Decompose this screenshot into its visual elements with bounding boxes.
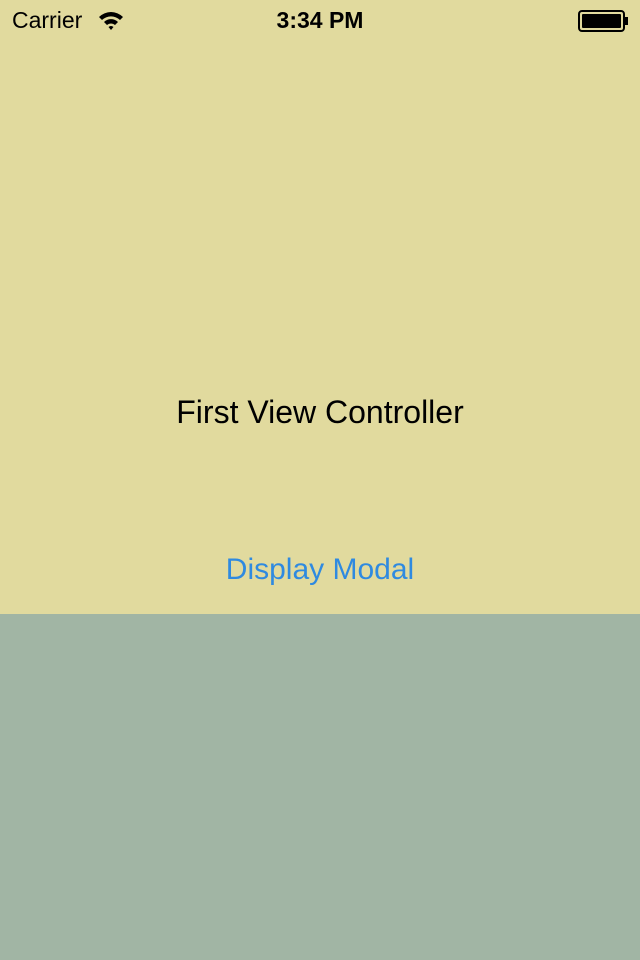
status-time: 3:34 PM xyxy=(276,7,364,33)
battery-icon xyxy=(578,10,630,32)
status-bar: Carrier 3:34 PM xyxy=(0,0,640,40)
first-view-controller xyxy=(0,0,640,614)
display-modal-button[interactable]: Display Modal xyxy=(200,550,440,590)
app-screen: Carrier 3:34 PM First View Controller Di… xyxy=(0,0,640,960)
presented-view-area xyxy=(0,614,640,960)
page-title: First View Controller xyxy=(176,394,464,430)
